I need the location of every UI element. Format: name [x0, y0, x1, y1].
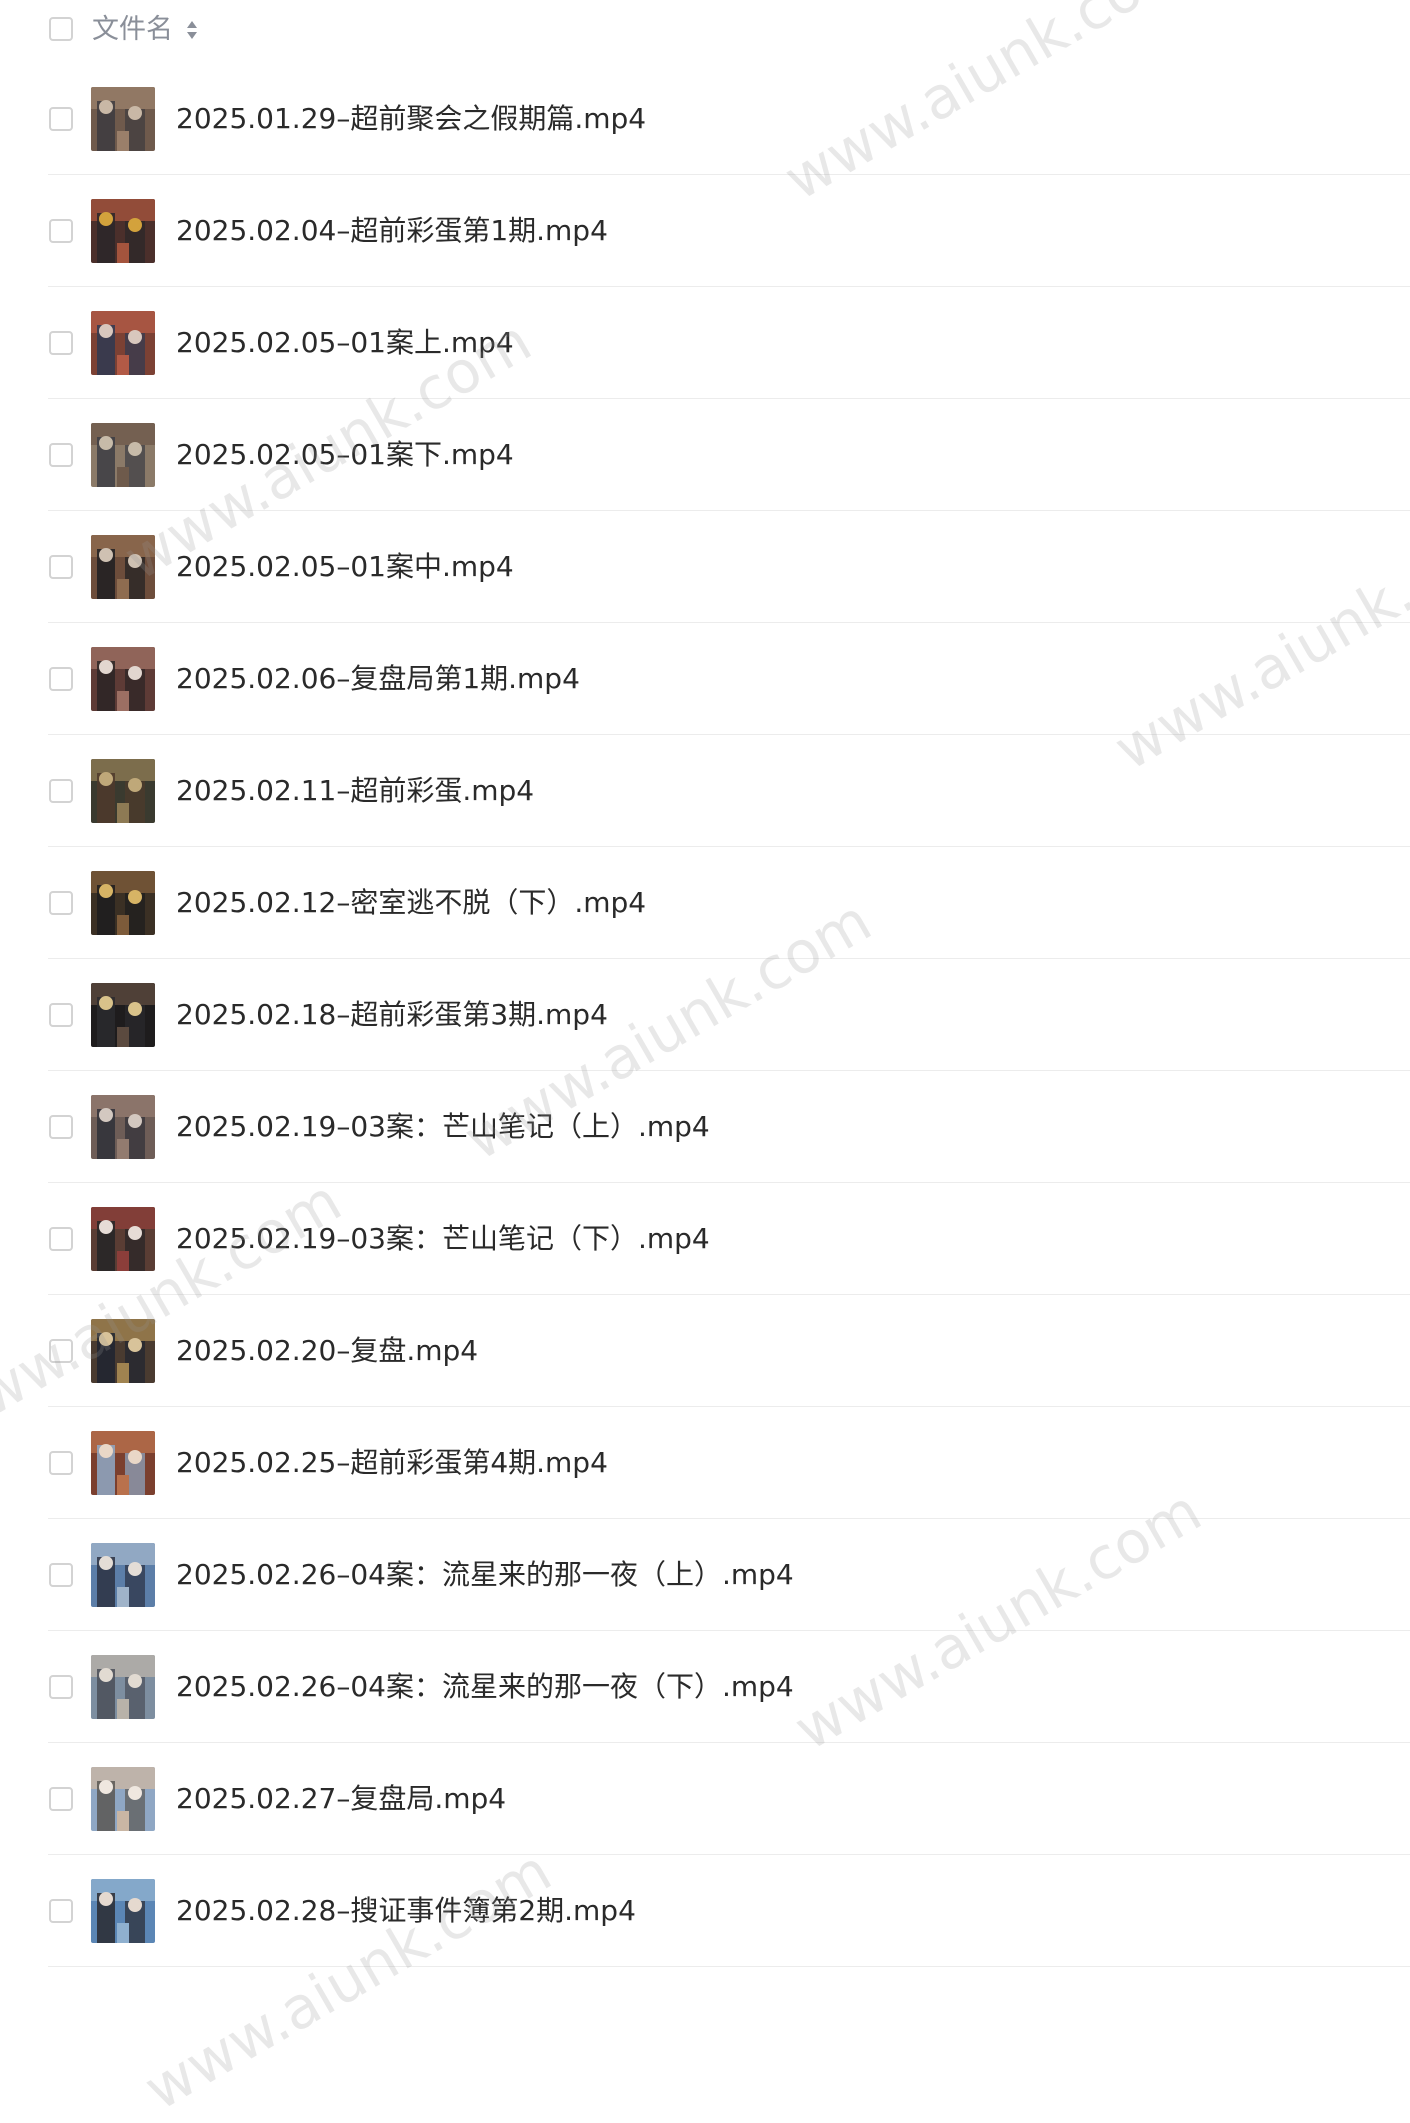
file-name[interactable]: 2025.02.05–01案中.mp4 [176, 547, 514, 587]
file-row[interactable]: 2025.02.05–01案上.mp4 [0, 287, 1410, 399]
video-thumbnail[interactable] [91, 1767, 155, 1831]
video-thumbnail[interactable] [91, 759, 155, 823]
file-name[interactable]: 2025.02.19–03案：芒山笔记（上）.mp4 [176, 1107, 710, 1147]
video-thumbnail[interactable] [91, 1655, 155, 1719]
file-row[interactable]: 2025.02.26–04案：流星来的那一夜（上）.mp4 [0, 1519, 1410, 1631]
file-name[interactable]: 2025.02.26–04案：流星来的那一夜（上）.mp4 [176, 1555, 794, 1595]
file-name[interactable]: 2025.02.27–复盘局.mp4 [176, 1779, 506, 1819]
video-thumbnail[interactable] [91, 983, 155, 1047]
file-name[interactable]: 2025.02.12–密室逃不脱（下）.mp4 [176, 883, 646, 923]
file-row-checkbox[interactable] [49, 443, 73, 467]
file-row[interactable]: 2025.02.19–03案：芒山笔记（下）.mp4 [0, 1183, 1410, 1295]
file-row-checkbox[interactable] [49, 1227, 73, 1251]
file-row[interactable]: 2025.02.27–复盘局.mp4 [0, 1743, 1410, 1855]
file-row-checkbox[interactable] [49, 667, 73, 691]
file-row-checkbox[interactable] [49, 1003, 73, 1027]
file-row[interactable]: 2025.02.05–01案中.mp4 [0, 511, 1410, 623]
file-row-checkbox[interactable] [49, 107, 73, 131]
video-thumbnail[interactable] [91, 423, 155, 487]
file-name[interactable]: 2025.02.04–超前彩蛋第1期.mp4 [176, 211, 608, 251]
file-row-checkbox[interactable] [49, 1675, 73, 1699]
sort-updown-icon[interactable] [186, 19, 198, 41]
file-row[interactable]: 2025.02.04–超前彩蛋第1期.mp4 [0, 175, 1410, 287]
file-name[interactable]: 2025.02.11–超前彩蛋.mp4 [176, 771, 534, 811]
file-name[interactable]: 2025.02.26–04案：流星来的那一夜（下）.mp4 [176, 1667, 794, 1707]
row-divider [48, 1966, 1410, 1967]
video-thumbnail[interactable] [91, 871, 155, 935]
file-row-checkbox[interactable] [49, 1115, 73, 1139]
file-row[interactable]: 2025.02.20–复盘.mp4 [0, 1295, 1410, 1407]
video-thumbnail[interactable] [91, 1431, 155, 1495]
file-name[interactable]: 2025.02.25–超前彩蛋第4期.mp4 [176, 1443, 608, 1483]
file-row-checkbox[interactable] [49, 219, 73, 243]
file-name[interactable]: 2025.02.05–01案下.mp4 [176, 435, 514, 475]
file-row[interactable]: 2025.02.11–超前彩蛋.mp4 [0, 735, 1410, 847]
file-row[interactable]: 2025.02.26–04案：流星来的那一夜（下）.mp4 [0, 1631, 1410, 1743]
file-row[interactable]: 2025.02.28–搜证事件簿第2期.mp4 [0, 1855, 1410, 1967]
file-name[interactable]: 2025.01.29–超前聚会之假期篇.mp4 [176, 99, 646, 139]
file-list-header: 文件名 [0, 0, 1410, 60]
video-thumbnail[interactable] [91, 199, 155, 263]
video-thumbnail[interactable] [91, 311, 155, 375]
file-row-checkbox[interactable] [49, 1451, 73, 1475]
file-name[interactable]: 2025.02.19–03案：芒山笔记（下）.mp4 [176, 1219, 710, 1259]
column-header-filename[interactable]: 文件名 [92, 10, 173, 50]
file-name[interactable]: 2025.02.28–搜证事件簿第2期.mp4 [176, 1891, 636, 1931]
file-row[interactable]: 2025.02.06–复盘局第1期.mp4 [0, 623, 1410, 735]
video-thumbnail[interactable] [91, 87, 155, 151]
select-all-checkbox[interactable] [49, 17, 73, 41]
file-name[interactable]: 2025.02.18–超前彩蛋第3期.mp4 [176, 995, 608, 1035]
file-row[interactable]: 2025.02.25–超前彩蛋第4期.mp4 [0, 1407, 1410, 1519]
file-name[interactable]: 2025.02.20–复盘.mp4 [176, 1331, 478, 1371]
file-row-checkbox[interactable] [49, 331, 73, 355]
video-thumbnail[interactable] [91, 1543, 155, 1607]
video-thumbnail[interactable] [91, 647, 155, 711]
video-thumbnail[interactable] [91, 535, 155, 599]
file-row[interactable]: 2025.02.19–03案：芒山笔记（上）.mp4 [0, 1071, 1410, 1183]
file-row-checkbox[interactable] [49, 1787, 73, 1811]
file-name[interactable]: 2025.02.05–01案上.mp4 [176, 323, 514, 363]
file-row[interactable]: 2025.01.29–超前聚会之假期篇.mp4 [0, 63, 1410, 175]
file-name[interactable]: 2025.02.06–复盘局第1期.mp4 [176, 659, 580, 699]
video-thumbnail[interactable] [91, 1095, 155, 1159]
file-row[interactable]: 2025.02.05–01案下.mp4 [0, 399, 1410, 511]
file-row[interactable]: 2025.02.12–密室逃不脱（下）.mp4 [0, 847, 1410, 959]
file-row-checkbox[interactable] [49, 1563, 73, 1587]
video-thumbnail[interactable] [91, 1879, 155, 1943]
video-thumbnail[interactable] [91, 1319, 155, 1383]
file-row-checkbox[interactable] [49, 891, 73, 915]
file-row-checkbox[interactable] [49, 1339, 73, 1363]
file-row-checkbox[interactable] [49, 1899, 73, 1923]
file-row[interactable]: 2025.02.18–超前彩蛋第3期.mp4 [0, 959, 1410, 1071]
file-row-checkbox[interactable] [49, 779, 73, 803]
file-row-checkbox[interactable] [49, 555, 73, 579]
video-thumbnail[interactable] [91, 1207, 155, 1271]
